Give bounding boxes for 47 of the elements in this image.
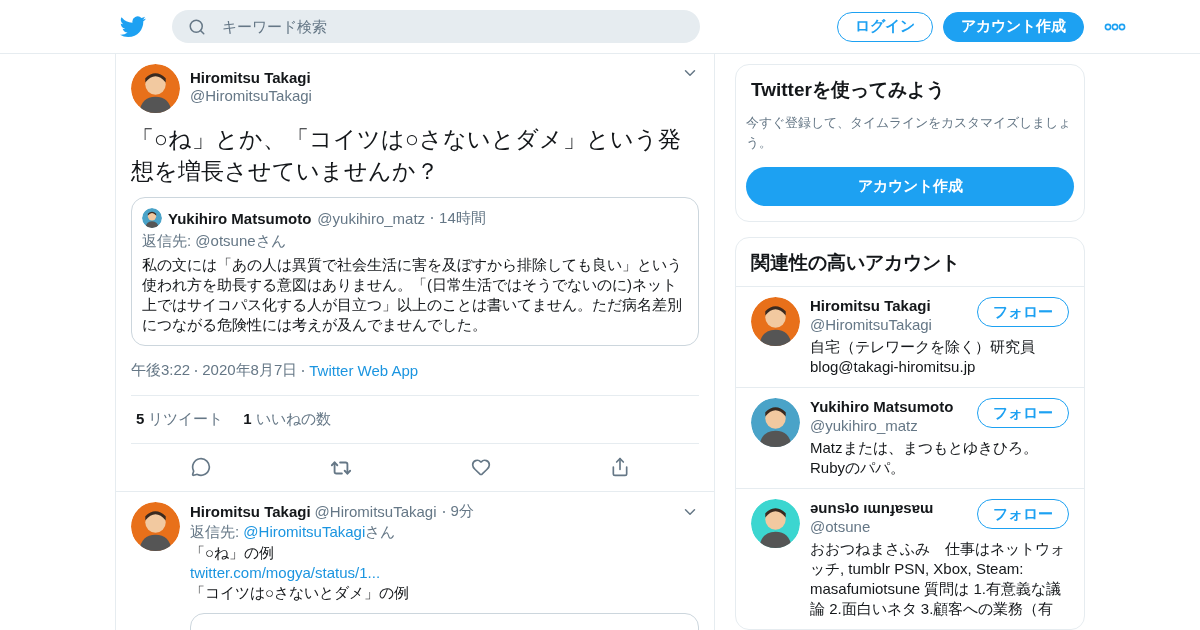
- signup-button[interactable]: アカウント作成: [943, 11, 1084, 42]
- source-link[interactable]: Twitter Web App: [309, 362, 419, 379]
- tweet-time: 午後3:22: [131, 361, 191, 380]
- quoted-time: 14時間: [439, 208, 486, 228]
- login-button[interactable]: ログイン: [837, 11, 933, 42]
- quoted-author-name: Yukihiro Matsumoto: [168, 209, 312, 227]
- stat-label[interactable]: リツイート: [148, 410, 224, 427]
- quoted-author-handle: @yukihiro_matz: [317, 209, 426, 227]
- stat-count[interactable]: 1: [243, 410, 252, 427]
- follow-button[interactable]: フォロー: [977, 297, 1069, 327]
- account-bio: おおつねまさふみ 仕事はネットウォッチ, tumblr PSN, Xbox, Steam: masafumiotsune 質問は 1.有意義な議論 2.面白いネタ 3.顧客への業務（有: [810, 539, 1066, 619]
- search-field[interactable]: キーワード検索: [172, 10, 700, 43]
- account-handle[interactable]: @HiromitsuTakagi: [810, 316, 967, 333]
- quoted-reply-to: 返信先: @otsuneさん: [142, 232, 287, 251]
- reply-text: 「○ね」の例: [190, 543, 276, 563]
- follow-button[interactable]: フォロー: [977, 499, 1069, 529]
- reply-icon[interactable]: [190, 457, 211, 479]
- author-handle[interactable]: @HiromitsuTakagi: [190, 87, 671, 104]
- reply-text: 「コイツは○さないとダメ」の例: [190, 583, 411, 603]
- account-bio: 自宅（テレワークを除く）研究員 blog@takagi-hiromitsu.jp: [810, 337, 1036, 377]
- tweet-date: 2020年8月7日: [202, 361, 298, 380]
- follow-button[interactable]: フォロー: [977, 398, 1069, 428]
- account-handle[interactable]: @otsune: [810, 518, 967, 535]
- author-name[interactable]: Hiromitsu Takagi: [190, 69, 671, 86]
- signup-button[interactable]: アカウント作成: [746, 167, 1074, 206]
- tweet-text: 「○ね」とか、「コイツは○さないとダメ」という発想を増長させていませんか？: [131, 125, 682, 186]
- reply-to-text: 返信先: @HiromitsuTakagiさん: [190, 522, 397, 542]
- handle-link[interactable]: @HiromitsuTakagi: [243, 523, 366, 540]
- quoted-tweet-card[interactable]: Yukihiro Matsumoto @yukihiro_matz 14時間 返信先: @otsuneさん 私の文には「あの人は異質で社会生活に害を及ぼすから排除しても良い」という使われ方を助長する意図はありません。「(日常生活ではそうでないのに)ネット上ではサイコパス化する人が目立つ」以上のことは書いてません。ただ病名差別につながる危険性には考えが及んでませんでした。: [131, 197, 699, 346]
- more-icon[interactable]: [1104, 22, 1126, 31]
- author-name[interactable]: Hiromitsu Takagi: [190, 503, 311, 520]
- card-title: Twitterを使ってみよう: [750, 78, 946, 102]
- account-handle[interactable]: @yukihiro_matz: [810, 417, 967, 434]
- account-name[interactable]: Yukihiro Matsumoto: [810, 398, 967, 415]
- card-title: 関連性の高いアカウント: [750, 251, 961, 275]
- status-link[interactable]: twitter.com/mogya/status/1...: [190, 563, 381, 583]
- search-icon: [188, 18, 206, 36]
- stat-label[interactable]: いいねの数: [255, 410, 331, 427]
- author-handle[interactable]: @HiromitsuTakagi: [314, 503, 437, 520]
- account-bio: Matzまたは、まつもとゆきひろ。 Rubyのパパ。: [810, 438, 1039, 478]
- bird-logo-icon[interactable]: [120, 15, 146, 38]
- stat-count[interactable]: 5: [136, 410, 145, 427]
- account-name[interactable]: ǝunsʇo ıɯnɟɐsɐɯ: [810, 499, 967, 516]
- card-text: 今すぐ登録して、タイムラインをカスタマイズしましょう。: [746, 114, 1072, 152]
- reply-time: 9分: [450, 502, 474, 521]
- quoted-text: 私の文には「あの人は異質で社会生活に害を及ぼすから排除しても良い」という使われ方を助長する意図はありません。「(日常生活ではそうでないのに)ネット上ではサイコパス化する人が目立つ」以上のことは書いてません。ただ病名差別につながる危険性には考えが及んでませんでした。: [142, 255, 683, 335]
- account-name[interactable]: Hiromitsu Takagi: [810, 297, 967, 314]
